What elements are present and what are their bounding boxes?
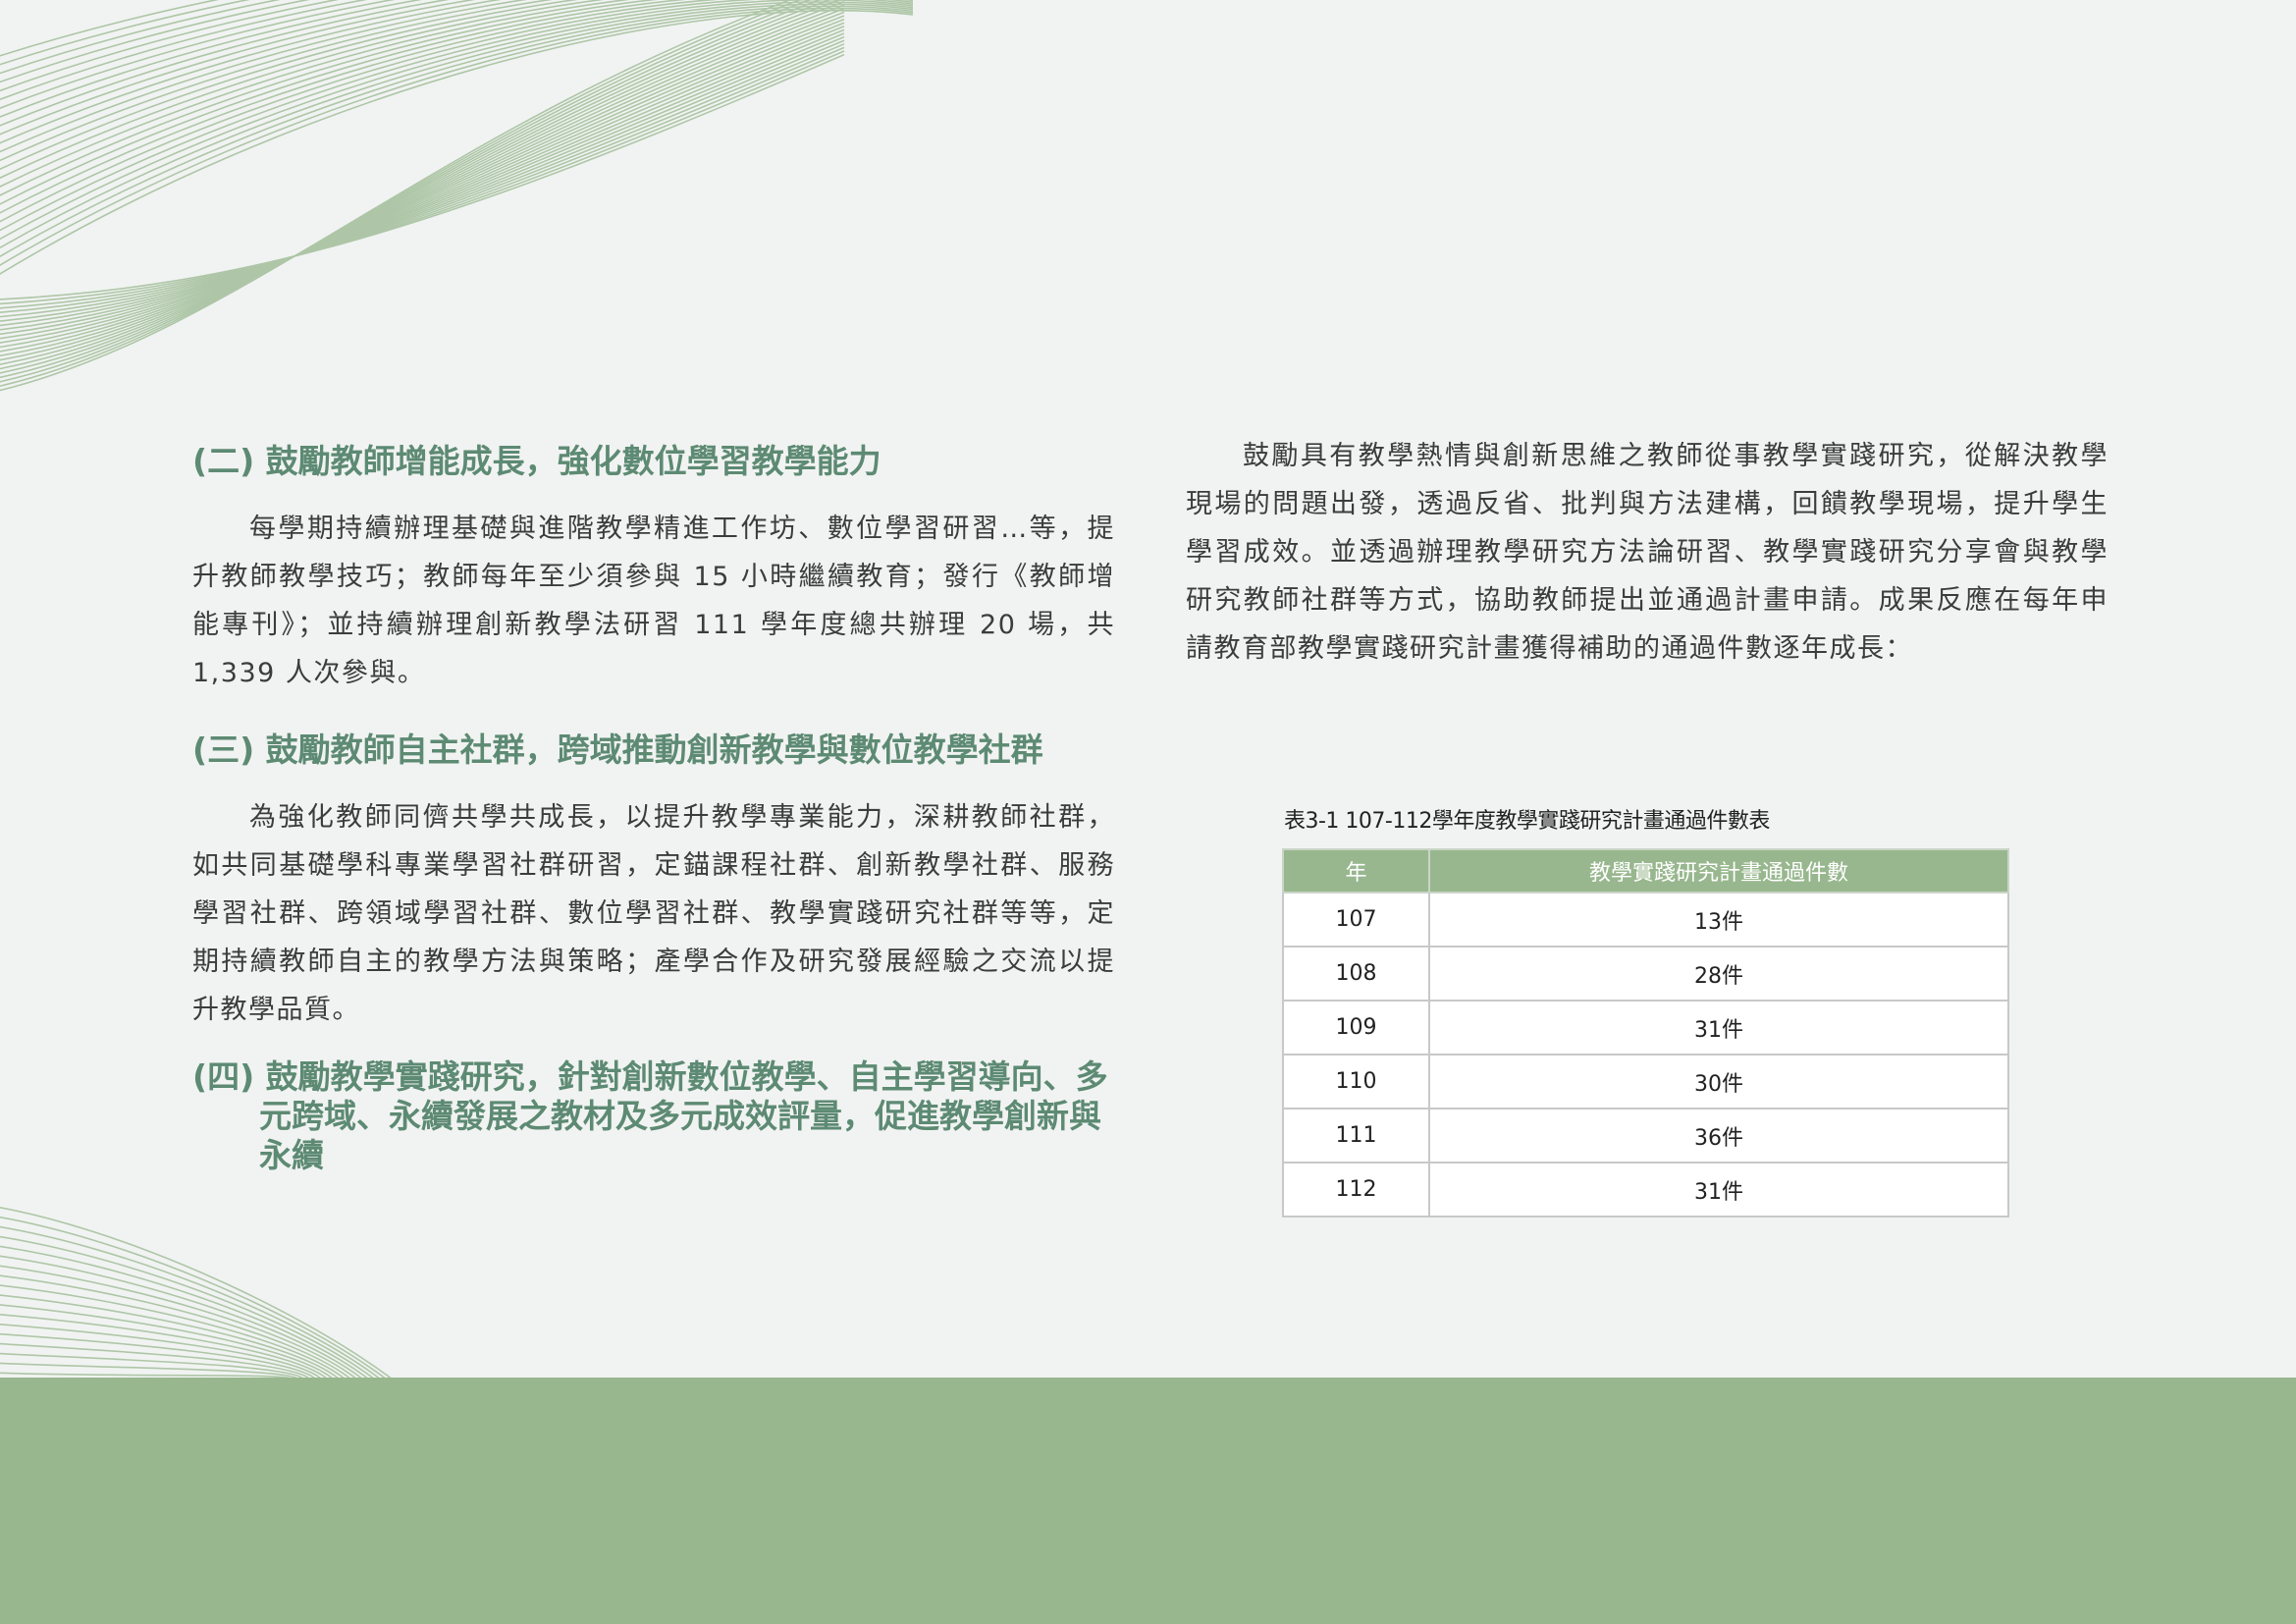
year-cell: 107	[1282, 892, 1430, 947]
count-cell: 31件	[1428, 1162, 2009, 1218]
bottom-color-band	[0, 1378, 2296, 1624]
section-2-heading: (二) 鼓勵教師增能成長，強化數位學習教學能力	[192, 442, 881, 480]
left-column: (二) 鼓勵教師增能成長，強化數位學習教學能力 每學期持續辦理基礎與進階教學精進…	[192, 432, 1115, 1175]
header-year: 年	[1282, 848, 1430, 893]
table-row: 111 36件	[1282, 1108, 2009, 1164]
research-paragraph: 鼓勵具有教學熱情與創新思維之教師從事教學實踐研究，從解決教學現場的問題出發，透過…	[1186, 441, 2109, 664]
table-row: 108 28件	[1282, 946, 2009, 1001]
research-plan-table: 年 教學實踐研究計畫通過件數 107 13件 108 28件 109 31件 1…	[1282, 848, 2009, 1218]
section-3-heading: (三) 鼓勵教師自主社群，跨域推動創新教學與數位教學社群	[192, 731, 1043, 769]
count-cell: 13件	[1428, 892, 2009, 947]
header-count: 教學實踐研究計畫通過件數	[1428, 848, 2009, 893]
table-row: 110 30件	[1282, 1054, 2009, 1110]
count-cell: 36件	[1428, 1108, 2009, 1164]
table-row: 109 31件	[1282, 1000, 2009, 1056]
year-cell: 112	[1282, 1162, 1430, 1218]
section-3-paragraph: 為強化教師同儕共學共成長，以提升教學專業能力，深耕教師社群，如共同基礎學科專業學…	[192, 802, 1115, 1025]
right-column: 鼓勵具有教學熱情與創新思維之教師從事教學實踐研究，從解決教學現場的問題出發，透過…	[1186, 432, 2109, 673]
year-cell: 109	[1282, 1000, 1430, 1056]
year-cell: 110	[1282, 1054, 1430, 1110]
count-cell: 31件	[1428, 1000, 2009, 1056]
section-4-heading: (四) 鼓勵教學實踐研究，針對創新數位教學、自主學習導向、多元跨域、永續發展之教…	[192, 1057, 1108, 1174]
table-header-row: 年 教學實踐研究計畫通過件數	[1282, 848, 2009, 893]
year-cell: 108	[1282, 946, 1430, 1001]
table-row: 107 13件	[1282, 892, 2009, 947]
count-cell: 28件	[1428, 946, 2009, 1001]
count-cell: 30件	[1428, 1054, 2009, 1110]
section-2-paragraph: 每學期持續辦理基礎與進階教學精進工作坊、數位學習研習…等，提升教師教學技巧；教師…	[192, 514, 1115, 688]
table-row: 112 31件	[1282, 1162, 2009, 1218]
year-cell: 111	[1282, 1108, 1430, 1164]
table-caption: 表3-1 107-112學年度教學實踐研究計畫通過件數表	[1284, 809, 1770, 834]
